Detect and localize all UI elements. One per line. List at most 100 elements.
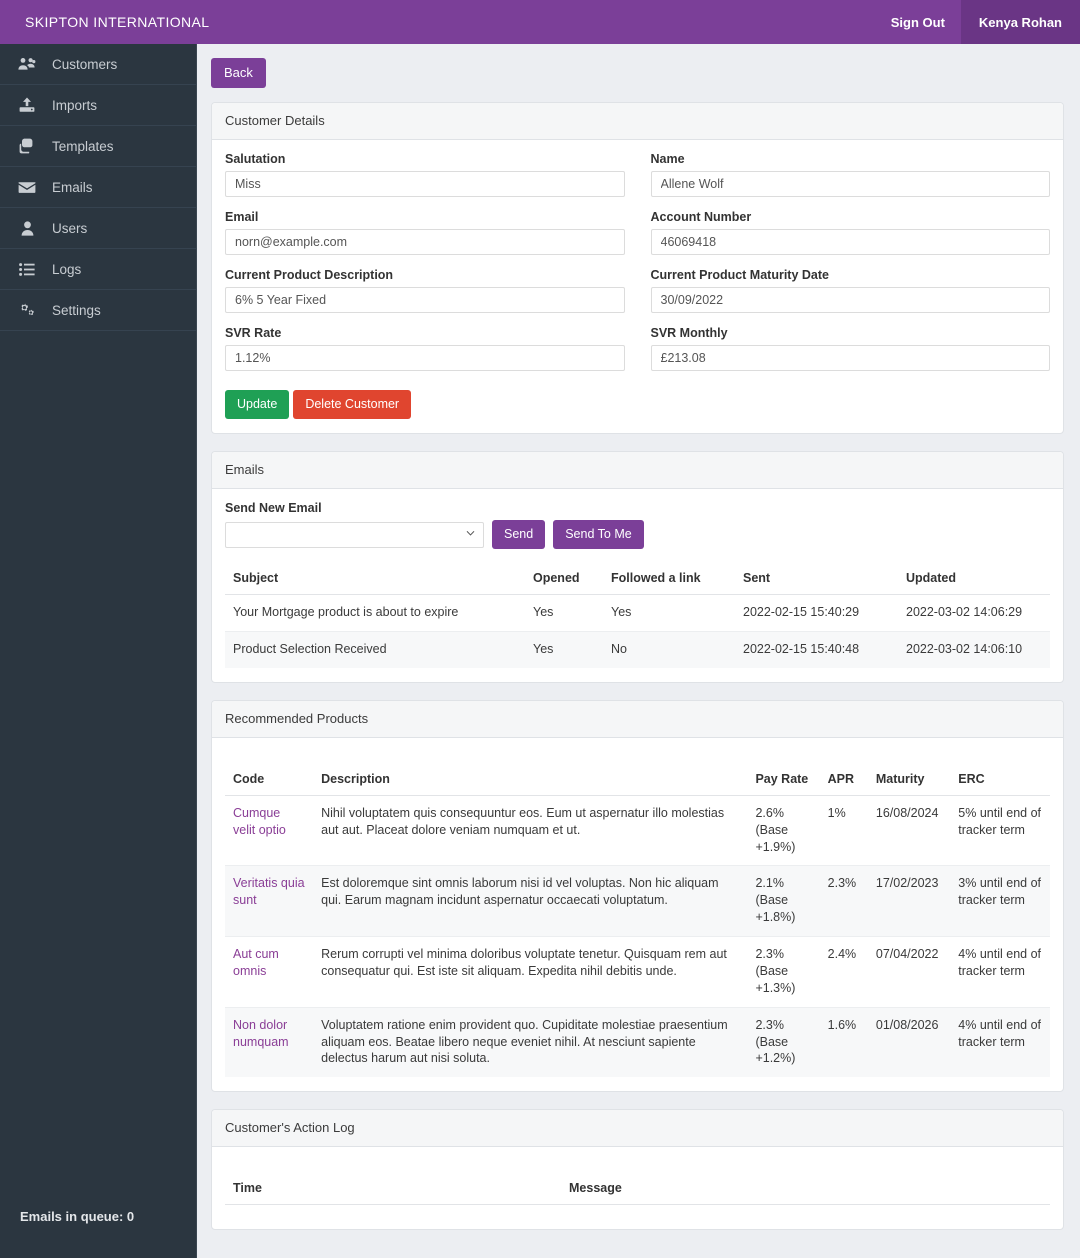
envelope-icon <box>14 178 40 196</box>
svr-monthly-field-group: SVR Monthly <box>650 326 1050 371</box>
sidebar-item-label: Logs <box>52 261 82 277</box>
customer-details-title: Customer Details <box>212 103 1063 140</box>
account-number-label: Account Number <box>650 210 752 224</box>
product-code-link[interactable]: Veritatis quia sunt <box>233 876 305 907</box>
product-erc-cell: 4% until end of tracker term <box>950 936 1050 1008</box>
name-label: Name <box>650 152 685 166</box>
list-icon <box>14 260 40 278</box>
current-product-maturity-date-field[interactable] <box>650 287 1050 313</box>
email-subject-cell: Product Selection Received <box>225 630 525 668</box>
products-table-head: Code Description Pay Rate APR Maturity E… <box>225 763 1050 796</box>
recommended-products-body: Code Description Pay Rate APR Maturity E… <box>212 738 1063 1092</box>
email-opened-cell: Yes <box>525 630 603 668</box>
email-sent-cell: 2022-02-15 15:40:48 <box>735 630 898 668</box>
svr-rate-label: SVR Rate <box>225 326 282 340</box>
top-bar: SKIPTON INTERNATIONAL Sign Out Kenya Roh… <box>0 0 1080 44</box>
current-product-description-label: Current Product Description <box>225 268 394 282</box>
product-description-cell: Voluptatem ratione enim provident quo. C… <box>313 1006 748 1078</box>
name-field[interactable] <box>650 171 1050 197</box>
name-field-group: Name <box>650 152 1050 197</box>
emails-col-updated: Updated <box>898 563 1050 595</box>
email-followed-link-cell: Yes <box>603 594 735 632</box>
sidebar-item-logs[interactable]: Logs <box>0 249 196 290</box>
sidebar: Customers Imports Templates Emails Users <box>0 44 197 1258</box>
products-col-code: Code <box>225 763 314 796</box>
main-content: Back Customer Details Salutation Name Em… <box>197 44 1080 1258</box>
emails-col-subject: Subject <box>225 563 525 595</box>
svr-monthly-field[interactable] <box>650 345 1050 371</box>
product-description-cell: Rerum corrupti vel minima doloribus volu… <box>313 936 748 1008</box>
recommended-products-table: Code Description Pay Rate APR Maturity E… <box>225 763 1050 1078</box>
delete-customer-button[interactable]: Delete Customer <box>293 390 412 419</box>
sidebar-item-customers[interactable]: Customers <box>0 44 196 85</box>
salutation-label: Salutation <box>225 152 286 166</box>
product-erc-cell: 4% until end of tracker term <box>950 1006 1050 1078</box>
salutation-field[interactable] <box>225 171 625 197</box>
product-pay-rate-cell: 2.3% (Base +1.3%) <box>747 936 820 1008</box>
salutation-field-group: Salutation <box>225 152 625 197</box>
product-maturity-cell: 01/08/2026 <box>867 1006 951 1078</box>
products-col-apr: APR <box>819 763 868 796</box>
product-code-link[interactable]: Cumque velit optio <box>233 806 286 837</box>
sidebar-item-templates[interactable]: Templates <box>0 126 196 167</box>
send-to-me-button[interactable]: Send To Me <box>553 520 644 549</box>
emails-title: Emails <box>212 452 1063 489</box>
sidebar-item-settings[interactable]: Settings <box>0 290 196 331</box>
sidebar-item-label: Users <box>52 220 88 236</box>
back-button[interactable]: Back <box>211 58 266 88</box>
cogs-icon <box>14 301 40 319</box>
send-new-email-row: Send Send To Me <box>225 520 1050 549</box>
email-updated-cell: 2022-03-02 14:06:10 <box>898 630 1050 668</box>
emails-panel: Emails Send New Email Send Send To Me Su… <box>211 451 1064 683</box>
current-user-menu[interactable]: Kenya Rohan <box>960 0 1080 44</box>
update-button[interactable]: Update <box>225 390 290 419</box>
copy-icon <box>14 137 40 155</box>
product-apr-cell: 1.6% <box>819 1006 868 1078</box>
svr-monthly-label: SVR Monthly <box>650 326 728 340</box>
table-row: Aut cum omnis Rerum corrupti vel minima … <box>225 936 1050 1008</box>
send-button[interactable]: Send <box>492 520 546 549</box>
email-subject-cell: Your Mortgage product is about to expire <box>225 594 525 632</box>
action-log-col-message: Message <box>561 1173 1050 1206</box>
sidebar-item-users[interactable]: Users <box>0 208 196 249</box>
table-row: Veritatis quia sunt Est doloremque sint … <box>225 865 1050 937</box>
email-followed-link-cell: No <box>603 630 735 668</box>
current-product-description-field[interactable] <box>225 287 625 313</box>
products-col-maturity: Maturity <box>867 763 951 796</box>
product-apr-cell: 2.3% <box>819 865 868 937</box>
action-log-col-time: Time <box>225 1173 561 1206</box>
product-code-link[interactable]: Aut cum omnis <box>233 947 279 978</box>
email-field[interactable] <box>225 229 625 255</box>
send-new-email-label: Send New Email <box>225 501 322 515</box>
sidebar-item-imports[interactable]: Imports <box>0 85 196 126</box>
product-maturity-cell: 07/04/2022 <box>867 936 951 1008</box>
emails-col-opened: Opened <box>525 563 603 595</box>
product-pay-rate-cell: 2.3% (Base +1.2%) <box>747 1006 820 1078</box>
emails-table-header-row: Subject Opened Followed a link Sent Upda… <box>225 563 1050 595</box>
emails-col-followed-link: Followed a link <box>603 563 735 595</box>
product-pay-rate-cell: 2.6% (Base +1.9%) <box>747 794 820 866</box>
emails-col-sent: Sent <box>735 563 898 595</box>
current-product-maturity-date-label: Current Product Maturity Date <box>650 268 830 282</box>
email-field-group: Email <box>225 210 625 255</box>
action-log-title: Customer's Action Log <box>212 1110 1063 1148</box>
current-product-description-field-group: Current Product Description <box>225 268 625 313</box>
action-log-header-row: Time Message <box>225 1173 1050 1206</box>
sidebar-item-label: Imports <box>52 97 98 113</box>
products-col-erc: ERC <box>950 763 1050 796</box>
email-sent-cell: 2022-02-15 15:40:29 <box>735 594 898 632</box>
email-template-select[interactable] <box>225 521 484 548</box>
svr-rate-field[interactable] <box>225 345 625 371</box>
action-log-panel: Customer's Action Log Time Message <box>211 1109 1064 1231</box>
sign-out-link[interactable]: Sign Out <box>875 0 961 44</box>
product-code-link[interactable]: Non dolor numquam <box>233 1018 289 1049</box>
sidebar-item-emails[interactable]: Emails <box>0 167 196 208</box>
product-description-cell: Est doloremque sint omnis laborum nisi i… <box>313 865 748 937</box>
sidebar-item-label: Templates <box>52 138 114 154</box>
page-root: SKIPTON INTERNATIONAL Sign Out Kenya Roh… <box>0 0 1080 1258</box>
action-log-body: Time Message <box>212 1147 1063 1229</box>
product-code-cell: Aut cum omnis <box>225 936 314 1008</box>
account-number-field[interactable] <box>650 229 1050 255</box>
top-nav: Sign Out Kenya Rohan <box>875 0 1080 44</box>
sidebar-item-label: Settings <box>52 302 101 318</box>
